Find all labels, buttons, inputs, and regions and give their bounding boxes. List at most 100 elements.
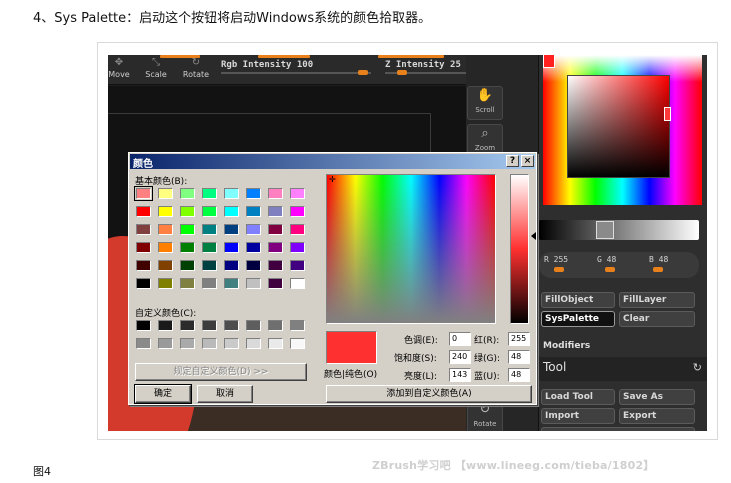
custom-color-swatch[interactable]	[268, 320, 283, 331]
basic-color-swatch[interactable]	[136, 260, 151, 271]
define-custom-colors-button[interactable]: 规定自定义颜色(D) >>	[135, 363, 307, 381]
color-spectrum[interactable]	[326, 174, 496, 324]
basic-color-swatch[interactable]	[268, 206, 283, 217]
scroll-button[interactable]: ✋ Scroll	[467, 86, 503, 120]
basic-color-swatch[interactable]	[202, 206, 217, 217]
basic-color-swatch[interactable]	[202, 224, 217, 235]
saturation-value-square[interactable]	[567, 75, 670, 178]
hue-field[interactable]: 0	[449, 332, 471, 346]
move-button[interactable]: ✥ Move	[108, 57, 136, 83]
basic-color-swatch[interactable]	[158, 188, 173, 199]
basic-color-swatch[interactable]	[224, 224, 239, 235]
basic-color-swatch[interactable]	[268, 224, 283, 235]
basic-color-swatch[interactable]	[246, 224, 261, 235]
ok-button[interactable]: 确定	[134, 384, 192, 404]
fill-object-button[interactable]: FillObject	[541, 292, 615, 308]
basic-color-swatch[interactable]	[136, 242, 151, 253]
custom-color-swatch[interactable]	[136, 320, 151, 331]
basic-color-swatch[interactable]	[180, 260, 195, 271]
basic-color-swatch[interactable]	[224, 206, 239, 217]
r-slider[interactable]	[554, 267, 564, 272]
basic-color-swatch[interactable]	[224, 242, 239, 253]
basic-color-swatch[interactable]	[180, 278, 195, 289]
basic-color-swatch[interactable]	[224, 188, 239, 199]
custom-color-swatch[interactable]	[246, 338, 261, 349]
close-button[interactable]: ×	[521, 155, 534, 167]
basic-color-swatch[interactable]	[246, 242, 261, 253]
basic-color-swatch[interactable]	[246, 206, 261, 217]
import-button[interactable]: Import	[541, 408, 615, 424]
save-as-button[interactable]: Save As	[619, 389, 695, 405]
custom-color-swatch[interactable]	[246, 320, 261, 331]
dialog-title-bar[interactable]: 颜色 ? ×	[130, 154, 535, 170]
custom-color-swatch[interactable]	[158, 338, 173, 349]
basic-color-swatch[interactable]	[268, 242, 283, 253]
basic-color-swatch[interactable]	[136, 206, 151, 217]
custom-color-swatch[interactable]	[224, 320, 239, 331]
basic-color-swatch[interactable]	[180, 206, 195, 217]
red-field[interactable]: 255	[508, 332, 530, 346]
basic-color-swatch[interactable]	[136, 278, 151, 289]
z-intensity-slider[interactable]	[397, 70, 407, 75]
basic-color-swatch[interactable]	[134, 186, 153, 201]
cancel-button[interactable]: 取消	[197, 385, 253, 403]
custom-color-swatch[interactable]	[290, 320, 305, 331]
g-slider[interactable]	[605, 267, 615, 272]
basic-color-swatch[interactable]	[180, 224, 195, 235]
basic-color-swatch[interactable]	[290, 188, 305, 199]
basic-color-swatch[interactable]	[158, 260, 173, 271]
basic-color-swatch[interactable]	[158, 278, 173, 289]
basic-color-swatch[interactable]	[158, 206, 173, 217]
basic-color-swatch[interactable]	[224, 260, 239, 271]
basic-color-swatch[interactable]	[136, 224, 151, 235]
rgb-intensity-track[interactable]	[221, 72, 371, 74]
basic-color-swatch[interactable]	[246, 278, 261, 289]
refresh-icon[interactable]: ↻	[693, 361, 702, 374]
custom-color-swatch[interactable]	[158, 320, 173, 331]
clear-button[interactable]: Clear	[619, 311, 695, 327]
basic-color-swatch[interactable]	[246, 188, 261, 199]
export-button[interactable]: Export	[619, 408, 695, 424]
basic-color-swatch[interactable]	[180, 188, 195, 199]
green-field[interactable]: 48	[508, 350, 530, 364]
custom-color-swatch[interactable]	[290, 338, 305, 349]
basic-color-swatch[interactable]	[268, 278, 283, 289]
basic-color-swatch[interactable]	[202, 242, 217, 253]
custom-color-swatch[interactable]	[180, 338, 195, 349]
fill-layer-button[interactable]: FillLayer	[619, 292, 695, 308]
basic-color-swatch[interactable]	[290, 278, 305, 289]
basic-color-swatch[interactable]	[290, 242, 305, 253]
help-button[interactable]: ?	[506, 155, 519, 167]
custom-color-swatch[interactable]	[268, 338, 283, 349]
luminance-field[interactable]: 143	[449, 368, 471, 382]
scale-button[interactable]: ⤡ Scale	[139, 57, 173, 83]
basic-color-swatch[interactable]	[158, 242, 173, 253]
tool-palette-header[interactable]: Tool ↻	[539, 357, 707, 381]
sys-palette-button[interactable]: SysPalette	[541, 311, 615, 327]
saturation-field[interactable]: 240	[449, 350, 471, 364]
basic-color-swatch[interactable]	[202, 278, 217, 289]
hue-marker[interactable]	[543, 55, 555, 68]
basic-color-swatch[interactable]	[224, 278, 239, 289]
secondary-color-swatch[interactable]	[596, 221, 614, 239]
basic-color-swatch[interactable]	[290, 260, 305, 271]
custom-color-swatch[interactable]	[202, 338, 217, 349]
basic-color-swatch[interactable]	[268, 260, 283, 271]
color-marker[interactable]	[664, 107, 671, 121]
rotate-button[interactable]: ↻ Rotate	[179, 57, 213, 83]
basic-color-swatch[interactable]	[290, 224, 305, 235]
rgb-intensity-slider[interactable]	[358, 70, 368, 75]
custom-color-swatch[interactable]	[224, 338, 239, 349]
basic-color-swatch[interactable]	[290, 206, 305, 217]
basic-color-swatch[interactable]	[158, 224, 173, 235]
basic-color-swatch[interactable]	[202, 188, 217, 199]
custom-color-swatch[interactable]	[136, 338, 151, 349]
luminance-arrow-icon[interactable]	[531, 232, 536, 240]
add-to-custom-colors-button[interactable]: 添加到自定义颜色(A)	[326, 385, 532, 403]
tool-next-button[interactable]	[541, 427, 695, 431]
b-slider[interactable]	[653, 267, 663, 272]
basic-color-swatch[interactable]	[202, 260, 217, 271]
blue-field[interactable]: 48	[508, 368, 530, 382]
basic-color-swatch[interactable]	[246, 260, 261, 271]
custom-color-swatch[interactable]	[202, 320, 217, 331]
